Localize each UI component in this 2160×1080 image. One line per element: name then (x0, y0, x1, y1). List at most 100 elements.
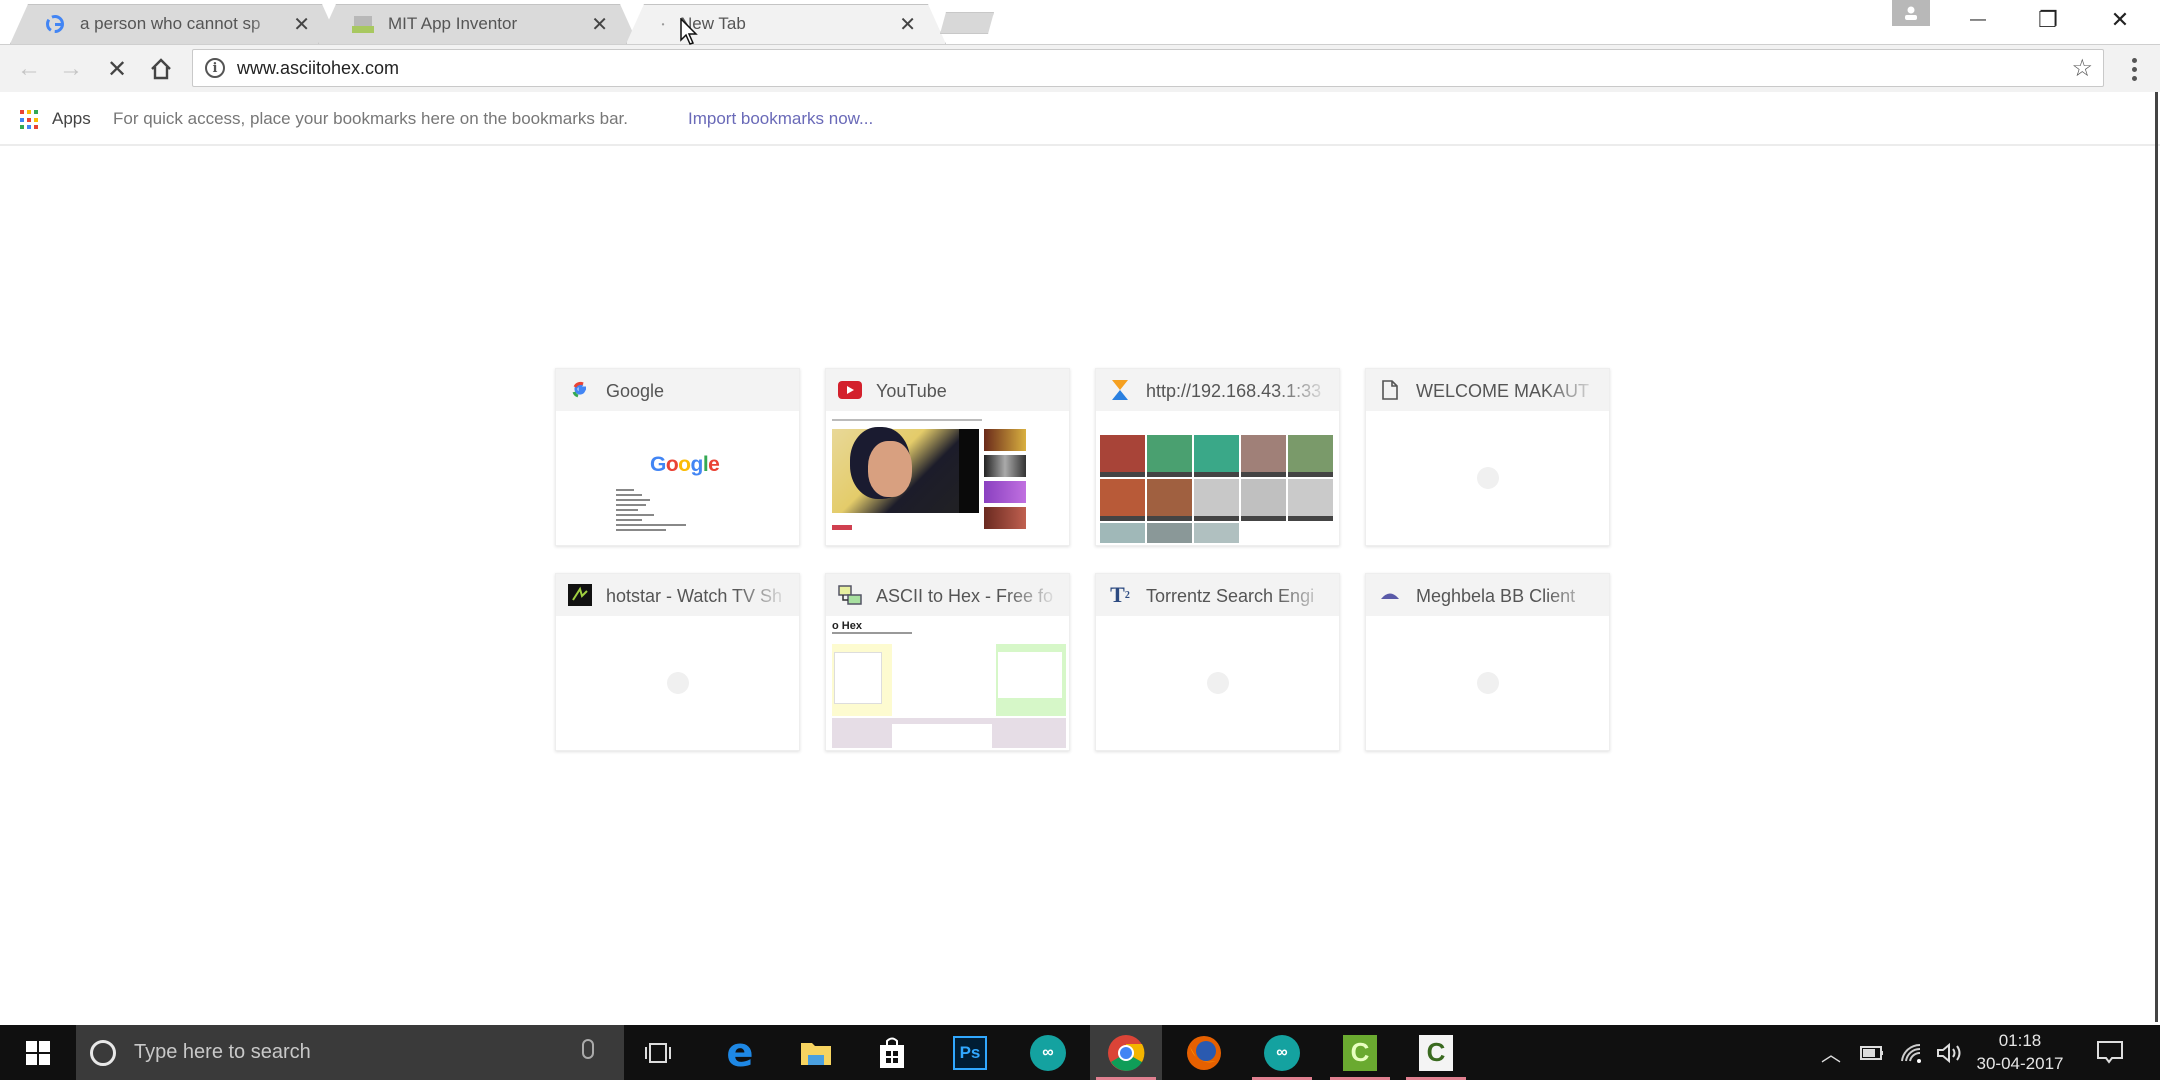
toolbar: ← → ✕ i www.asciitohex.com ☆ (0, 44, 2160, 92)
tab-close-button[interactable]: ✕ (293, 12, 310, 37)
tab-close-button[interactable]: ✕ (591, 12, 608, 37)
tab-new-tab[interactable]: • New Tab ✕ (626, 4, 946, 44)
tile-meghbela[interactable]: Meghbela BB Client (1365, 573, 1610, 751)
windows-logo-icon (26, 1040, 50, 1065)
taskbar-app-camtasia[interactable]: C (1324, 1025, 1396, 1080)
loading-icon: • (661, 19, 665, 29)
tab-mit-app-inventor[interactable]: MIT App Inventor ✕ (318, 4, 638, 44)
loading-spinner (666, 672, 689, 694)
taskbar-app-store[interactable] (856, 1025, 928, 1080)
profile-button[interactable] (1892, 0, 1930, 26)
tile-header: http://192.168.43.1:33 (1096, 369, 1339, 411)
apps-shortcut[interactable]: Apps (52, 109, 91, 129)
camtasia-icon: C (1343, 1034, 1377, 1071)
tile-title: hotstar - Watch TV Sh (606, 586, 783, 606)
tab-google-search[interactable]: a person who cannot sp ✕ (10, 4, 340, 44)
taskbar-app-photoshop[interactable]: Ps (934, 1025, 1006, 1080)
wifi-icon (1901, 1043, 1921, 1063)
back-button[interactable]: ← (12, 53, 46, 85)
wifi-button[interactable] (1896, 1025, 1926, 1080)
tile-google[interactable]: Google Google (555, 368, 800, 546)
google-logo-text: Google (650, 453, 720, 476)
speaker-icon (1937, 1042, 1961, 1063)
taskbar-app-camtasia-recorder[interactable]: C (1400, 1025, 1472, 1080)
start-button[interactable] (0, 1025, 76, 1080)
suggestion-lines (616, 489, 686, 534)
tile-title: http://192.168.43.1:33 (1146, 381, 1322, 401)
tile-header: hotstar - Watch TV Sh (556, 574, 799, 616)
action-center-button[interactable] (2090, 1025, 2130, 1080)
chrome-menu-button[interactable] (2122, 53, 2146, 85)
tile-hotstar[interactable]: hotstar - Watch TV Sh (555, 573, 800, 751)
torrentz-icon: T2 (1110, 582, 1130, 607)
tile-title: Google (606, 381, 665, 401)
tab-title: a person who cannot sp (80, 14, 261, 33)
xender-icon (1108, 379, 1132, 401)
meghbela-icon (1378, 584, 1402, 606)
url-text[interactable]: www.asciitohex.com (237, 58, 399, 79)
photo-grid (1100, 435, 1333, 543)
clock-date: 30-04-2017 (1976, 1054, 2064, 1073)
address-bar[interactable]: i www.asciitohex.com ☆ (192, 49, 2104, 87)
tab-title: MIT App Inventor (388, 14, 518, 33)
bookmark-star-icon[interactable]: ☆ (2071, 54, 2093, 83)
tile-header: WELCOME MAKAUT (1366, 369, 1609, 411)
tile-thumbnail (1098, 618, 1337, 748)
restore-button[interactable]: ❐ (2018, 4, 2078, 36)
battery-button[interactable] (1856, 1025, 1888, 1080)
show-hidden-icons-button[interactable]: ︿ (1816, 1025, 1846, 1080)
tile-title: Torrentz Search Engi (1146, 586, 1315, 606)
task-view-button[interactable] (622, 1025, 694, 1080)
camtasia-recorder-icon: C (1419, 1034, 1453, 1071)
tab-strip: a person who cannot sp ✕ MIT App Invento… (0, 0, 2160, 44)
taskbar-app-chrome[interactable] (1090, 1025, 1162, 1080)
loading-spinner (1476, 672, 1499, 694)
tile-ascii-to-hex[interactable]: ASCII to Hex - Free fo o Hex (825, 573, 1070, 751)
tile-thumbnail (1368, 618, 1607, 748)
tile-header: Meghbela BB Client (1366, 574, 1609, 616)
tile-welcome-makaut[interactable]: WELCOME MAKAUT (1365, 368, 1610, 546)
taskbar-app-arduino-2[interactable]: ∞ (1246, 1025, 1318, 1080)
tab-title: New Tab (680, 14, 746, 33)
tab-close-button[interactable]: ✕ (899, 12, 916, 37)
google-logo: Google (650, 453, 720, 477)
taskbar-search[interactable]: Type here to search (76, 1025, 624, 1080)
arduino-icon: ∞ (1264, 1034, 1300, 1071)
person-icon (1905, 6, 1917, 20)
chrome-icon (1108, 1034, 1145, 1071)
tile-youtube[interactable]: YouTube (825, 368, 1070, 546)
folder-icon (801, 1042, 831, 1065)
tile-thumbnail (1368, 413, 1607, 543)
tile-local-server[interactable]: http://192.168.43.1:33 (1095, 368, 1340, 546)
ascii-panel (832, 644, 892, 716)
hotstar-icon (568, 584, 592, 606)
microphone-icon[interactable] (582, 1039, 594, 1059)
tile-header: Google (556, 369, 799, 411)
tile-torrentz[interactable]: T2 Torrentz Search Engi (1095, 573, 1340, 751)
window-edge (2155, 92, 2158, 1022)
home-button[interactable] (144, 53, 178, 85)
photoshop-icon: Ps (953, 1035, 987, 1070)
edge-icon: e (726, 1029, 754, 1076)
taskbar: Type here to search e Ps ∞ ∞ C C ︿ 01:18… (0, 1025, 2160, 1080)
system-clock[interactable]: 01:18 30-04-2017 (1970, 1029, 2070, 1075)
forward-button[interactable]: → (54, 53, 88, 85)
volume-button[interactable] (1934, 1025, 1966, 1080)
chevron-up-icon: ︿ (1821, 1044, 1841, 1066)
stop-loading-button[interactable]: ✕ (100, 53, 134, 85)
info-icon[interactable]: i (205, 58, 225, 78)
new-tab-button[interactable] (940, 12, 994, 34)
tile-title: ASCII to Hex - Free fo (876, 586, 1054, 606)
close-window-button[interactable]: ✕ (2090, 4, 2150, 36)
tile-thumbnail (828, 413, 1067, 543)
taskbar-app-firefox[interactable] (1168, 1025, 1240, 1080)
cortana-icon (90, 1040, 116, 1066)
taskbar-app-arduino[interactable]: ∞ (1012, 1025, 1084, 1080)
tile-title: WELCOME MAKAUT (1416, 381, 1590, 401)
taskbar-app-edge[interactable]: e (704, 1025, 776, 1080)
minimize-button[interactable]: — (1948, 4, 2008, 36)
apps-grid-icon[interactable] (20, 110, 40, 130)
arduino-icon: ∞ (1030, 1034, 1066, 1071)
import-bookmarks-link[interactable]: Import bookmarks now... (688, 109, 873, 129)
taskbar-app-file-explorer[interactable] (780, 1025, 852, 1080)
